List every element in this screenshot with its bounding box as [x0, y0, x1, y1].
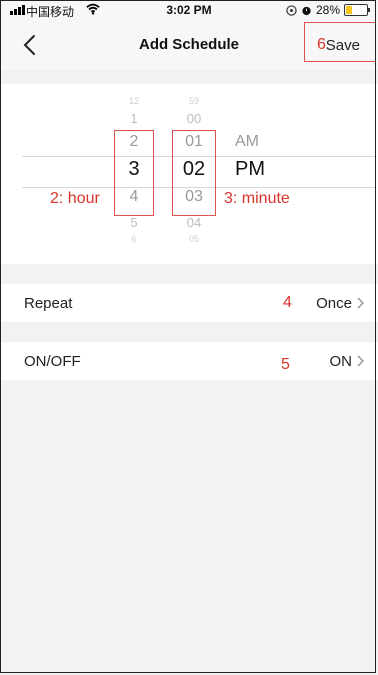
hour-option: 2	[129, 133, 139, 150]
repeat-row[interactable]: Repeat 4 Once	[0, 284, 378, 323]
minute-option: 04	[186, 215, 202, 230]
battery-icon	[344, 4, 370, 16]
repeat-value: Once	[316, 295, 352, 312]
hour-annotation-label: 2: hour	[50, 190, 100, 207]
minute-option: 05	[188, 234, 199, 244]
repeat-annotation-number: 4	[283, 294, 292, 311]
save-annotation-number: 6	[317, 36, 326, 53]
hour-option: 6	[131, 234, 137, 244]
alarm-icon	[302, 6, 311, 15]
empty-area	[0, 380, 378, 675]
minute-option: 00	[186, 111, 202, 126]
minute-annotation-label: 3: minute	[224, 190, 290, 207]
minute-option: 59	[188, 96, 199, 106]
chevron-right-icon	[357, 355, 365, 367]
hour-option: 5	[130, 215, 138, 230]
onoff-label: ON/OFF	[24, 353, 81, 370]
hour-option-selected: 3	[128, 158, 140, 180]
minute-option: 01	[185, 133, 203, 150]
battery-percent: 28%	[315, 3, 340, 17]
section-gap	[0, 322, 378, 342]
onoff-value: ON	[329, 353, 353, 370]
minute-option: 03	[185, 188, 203, 205]
onoff-row[interactable]: ON/OFF 5 ON	[0, 342, 378, 381]
status-bar: 中国移动 3:02 PM 28%	[0, 0, 378, 20]
repeat-label: Repeat	[24, 295, 73, 312]
chevron-right-icon	[357, 297, 365, 309]
onoff-annotation-number: 5	[281, 356, 290, 373]
hour-wheel[interactable]: 12 1 2 3 4 5 6	[116, 84, 152, 264]
section-gap	[0, 70, 378, 84]
section-gap	[0, 264, 378, 284]
hour-option: 1	[130, 111, 138, 126]
meridiem-wheel[interactable]: AM PM	[235, 84, 285, 264]
hour-option: 4	[129, 188, 139, 205]
am-option: AM	[235, 133, 259, 150]
minute-wheel[interactable]: 59 00 01 02 03 04 05	[174, 84, 214, 264]
hour-option: 12	[128, 96, 139, 106]
location-icon	[286, 4, 297, 16]
save-button[interactable]: Save	[326, 37, 360, 54]
minute-option-selected: 02	[182, 158, 206, 180]
time-picker: 12 1 2 3 4 5 6 59 00 01 02 03 04 05 AM P…	[0, 84, 378, 264]
pm-option-selected: PM	[235, 158, 265, 180]
